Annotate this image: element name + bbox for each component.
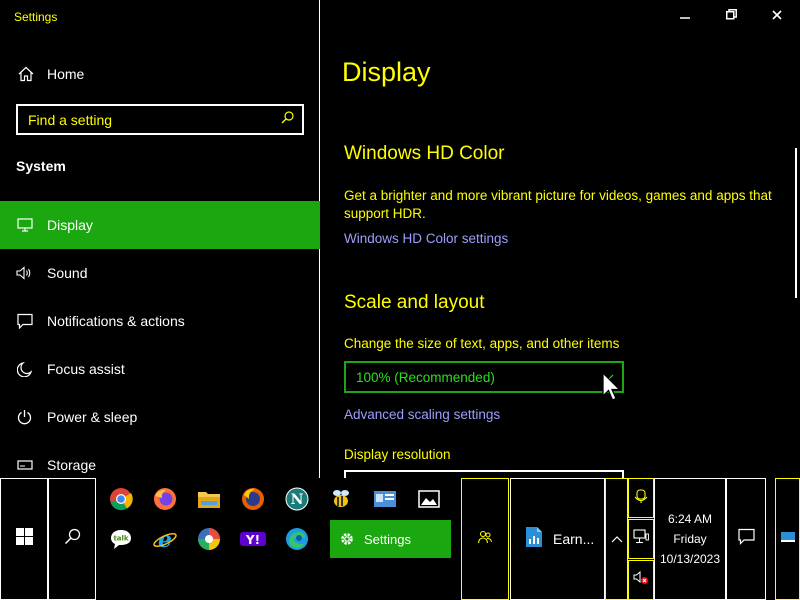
nav-home[interactable]: Home bbox=[0, 56, 320, 92]
svg-text:e: e bbox=[158, 527, 172, 551]
firefox-alt-icon[interactable] bbox=[232, 479, 274, 519]
tray-network-button[interactable] bbox=[628, 519, 654, 559]
search-input[interactable] bbox=[28, 111, 281, 128]
show-desktop-icon bbox=[780, 530, 796, 548]
window-controls bbox=[662, 0, 800, 32]
windows-logo-icon bbox=[15, 528, 33, 550]
hd-color-heading: Windows HD Color bbox=[344, 143, 505, 164]
notification-icon bbox=[0, 313, 47, 329]
svg-text:N: N bbox=[291, 492, 304, 508]
file-explorer-icon[interactable] bbox=[188, 479, 230, 519]
app-title: Settings bbox=[14, 10, 58, 24]
svg-text:talk: talk bbox=[113, 535, 128, 543]
scale-layout-heading: Scale and layout bbox=[344, 292, 485, 313]
taskbar-settings-app[interactable]: Settings bbox=[330, 520, 451, 558]
taskbar-search-button[interactable] bbox=[48, 478, 96, 600]
tray-meet-now-button[interactable] bbox=[628, 478, 654, 518]
taskbar-settings-label: Settings bbox=[364, 531, 411, 547]
sidebar-item-label: Sound bbox=[47, 265, 88, 281]
minimize-icon bbox=[680, 7, 690, 25]
clock-day: Friday bbox=[673, 532, 707, 546]
system-tray bbox=[628, 478, 654, 600]
contact-card-icon[interactable] bbox=[364, 479, 406, 519]
taskbar-clock[interactable]: 6:24 AM Friday 10/13/2023 bbox=[654, 478, 726, 600]
meet-now-icon bbox=[634, 488, 648, 509]
taskbar: N talk e Y! Settings Earn... 6:24 AM Fri… bbox=[0, 478, 800, 600]
internet-explorer-icon[interactable]: e bbox=[144, 519, 186, 559]
storage-icon bbox=[0, 460, 47, 470]
sidebar-item-notifications[interactable]: Notifications & actions bbox=[0, 297, 320, 345]
nav-home-label: Home bbox=[47, 66, 85, 82]
scale-label: Change the size of text, apps, and other… bbox=[344, 336, 620, 351]
svg-text:Y!: Y! bbox=[245, 533, 260, 547]
hd-color-settings-link[interactable]: Windows HD Color settings bbox=[344, 231, 508, 246]
chrome-icon[interactable] bbox=[100, 479, 142, 519]
sidebar-item-sound[interactable]: Sound bbox=[0, 249, 320, 297]
hd-color-description: Get a brighter and more vibrant picture … bbox=[344, 188, 772, 221]
yahoo-icon[interactable]: Y! bbox=[232, 519, 274, 559]
sidebar-item-label: Notifications & actions bbox=[47, 313, 185, 329]
photos-icon[interactable] bbox=[408, 479, 450, 519]
clock-time: 6:24 AM bbox=[667, 512, 713, 526]
minimize-button[interactable] bbox=[662, 0, 708, 32]
close-icon bbox=[772, 7, 782, 25]
bee-icon[interactable] bbox=[320, 479, 362, 519]
talk-icon[interactable]: talk bbox=[100, 519, 142, 559]
edge-icon[interactable] bbox=[276, 519, 318, 559]
power-icon bbox=[0, 409, 47, 425]
sidebar-item-display[interactable]: Display bbox=[0, 201, 320, 249]
section-heading: System bbox=[16, 158, 66, 174]
clock-date: 10/13/2023 bbox=[659, 552, 721, 566]
sidebar-item-power-sleep[interactable]: Power & sleep bbox=[0, 393, 320, 441]
chevron-up-icon bbox=[611, 530, 623, 548]
tray-volume-button[interactable] bbox=[628, 560, 654, 600]
netscape-icon[interactable]: N bbox=[276, 479, 318, 519]
display-resolution-label: Display resolution bbox=[344, 447, 451, 462]
speaker-icon bbox=[0, 266, 47, 280]
moon-icon bbox=[0, 361, 47, 377]
sidebar-item-focus-assist[interactable]: Focus assist bbox=[0, 345, 320, 393]
scale-dropdown-value: 100% (Recommended) bbox=[356, 369, 495, 385]
orb-icon[interactable] bbox=[188, 519, 230, 559]
sidebar-item-label: Focus assist bbox=[47, 361, 125, 377]
scrollbar[interactable] bbox=[795, 148, 797, 298]
settings-window: Settings Home System Display bbox=[0, 0, 800, 478]
action-center-button[interactable] bbox=[726, 478, 766, 600]
page-title: Display bbox=[342, 57, 431, 87]
sidebar-item-label: Storage bbox=[47, 457, 97, 473]
close-button[interactable] bbox=[754, 0, 800, 32]
network-icon bbox=[633, 529, 649, 549]
mouse-cursor-icon bbox=[602, 371, 622, 407]
advanced-scaling-link[interactable]: Advanced scaling settings bbox=[344, 407, 500, 422]
taskbar-earn-label: Earn... bbox=[553, 531, 595, 547]
search-icon[interactable] bbox=[281, 110, 294, 129]
resolution-dropdown[interactable] bbox=[344, 470, 624, 478]
restore-button[interactable] bbox=[708, 0, 754, 32]
show-desktop-button[interactable] bbox=[775, 478, 800, 600]
volume-muted-icon bbox=[633, 570, 649, 590]
sidebar-item-storage[interactable]: Storage bbox=[0, 441, 320, 478]
firefox-icon[interactable] bbox=[144, 479, 186, 519]
taskbar-earn-app[interactable]: Earn... bbox=[510, 478, 605, 600]
sidebar: Settings Home System Display bbox=[0, 0, 320, 478]
nav-list: Display Sound Notifications & actions Fo… bbox=[0, 201, 320, 478]
search-box[interactable] bbox=[16, 104, 304, 135]
gear-icon bbox=[330, 531, 364, 547]
monitor-icon bbox=[0, 218, 47, 232]
people-icon bbox=[477, 529, 493, 550]
scale-dropdown[interactable]: 100% (Recommended) bbox=[344, 361, 624, 393]
show-hidden-icons-button[interactable] bbox=[605, 478, 628, 600]
restore-icon bbox=[725, 7, 737, 25]
action-center-icon bbox=[737, 528, 755, 550]
document-chart-icon bbox=[525, 526, 543, 553]
start-button[interactable] bbox=[0, 478, 48, 600]
main-content: Display Windows HD Color Get a brighter … bbox=[321, 0, 800, 478]
people-button[interactable] bbox=[461, 478, 509, 600]
sidebar-item-label: Display bbox=[47, 217, 93, 233]
home-icon bbox=[0, 66, 47, 82]
sidebar-item-label: Power & sleep bbox=[47, 409, 138, 425]
search-icon bbox=[64, 528, 81, 550]
